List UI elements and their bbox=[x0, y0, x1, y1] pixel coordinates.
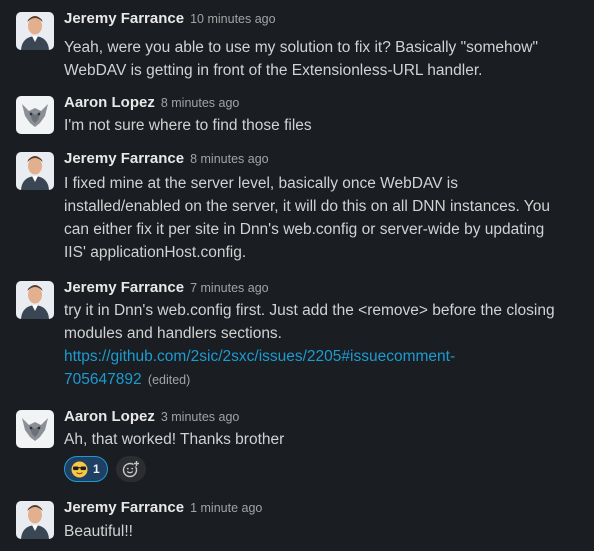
message-line: WebDAV is getting in front of the Extens… bbox=[64, 62, 483, 79]
message-line: modules and handlers sections. bbox=[64, 325, 282, 342]
avatar-jeremy[interactable] bbox=[16, 501, 54, 539]
message-text: Ah, that worked! Thanks brother bbox=[64, 428, 580, 451]
github-link[interactable]: https://github.com/2sic/2sxc/issues/2205… bbox=[64, 348, 455, 365]
message-line: Beautiful!! bbox=[64, 523, 133, 540]
message-timestamp[interactable]: 7 minutes ago bbox=[190, 281, 269, 295]
message-timestamp[interactable]: 10 minutes ago bbox=[190, 12, 275, 26]
author-name[interactable]: Aaron Lopez bbox=[64, 94, 155, 111]
author-name[interactable]: Jeremy Farrance bbox=[64, 279, 184, 296]
message-text: I fixed mine at the server level, basica… bbox=[64, 172, 580, 264]
message-text: Yeah, were you able to use my solution t… bbox=[64, 36, 580, 82]
message-line: I'm not sure where to find those files bbox=[64, 117, 312, 134]
avatar-jeremy[interactable] bbox=[16, 12, 54, 50]
add-reaction-button[interactable] bbox=[116, 456, 146, 482]
message-line: can either fix it per site in Dnn's web.… bbox=[64, 221, 545, 238]
message-text: Beautiful!! bbox=[64, 520, 580, 543]
edited-label: (edited) bbox=[147, 373, 191, 387]
author-name[interactable]: Jeremy Farrance bbox=[64, 10, 184, 27]
avatar-aaron[interactable] bbox=[16, 96, 54, 134]
message-timestamp[interactable]: 3 minutes ago bbox=[161, 410, 240, 424]
avatar-aaron[interactable] bbox=[16, 410, 54, 448]
message-line: IIS' applicationHost.config. bbox=[64, 244, 247, 261]
message-timestamp[interactable]: 8 minutes ago bbox=[190, 152, 269, 166]
author-name[interactable]: Aaron Lopez bbox=[64, 408, 155, 425]
message-line: Yeah, were you able to use my solution t… bbox=[64, 39, 538, 56]
message-line: I fixed mine at the server level, basica… bbox=[64, 175, 458, 192]
github-link-continued[interactable]: 705647892 bbox=[64, 371, 142, 388]
add-reaction-icon bbox=[122, 460, 140, 478]
reaction-pill[interactable]: 1 bbox=[64, 456, 108, 482]
message-timestamp[interactable]: 1 minute ago bbox=[190, 501, 262, 515]
message-line: try it in Dnn's web.config first. Just a… bbox=[64, 302, 555, 319]
message-line: installed/enabled on the server, it will… bbox=[64, 198, 550, 215]
message-line: Ah, that worked! Thanks brother bbox=[64, 431, 285, 448]
sunglasses-emoji-icon bbox=[71, 461, 88, 478]
avatar-jeremy[interactable] bbox=[16, 152, 54, 190]
author-name[interactable]: Jeremy Farrance bbox=[64, 150, 184, 167]
author-name[interactable]: Jeremy Farrance bbox=[64, 499, 184, 516]
avatar-jeremy[interactable] bbox=[16, 281, 54, 319]
message-timestamp[interactable]: 8 minutes ago bbox=[161, 96, 240, 110]
message-text: I'm not sure where to find those files bbox=[64, 114, 580, 137]
reaction-count: 1 bbox=[93, 462, 100, 476]
message-text: try it in Dnn's web.config first. Just a… bbox=[64, 299, 580, 392]
